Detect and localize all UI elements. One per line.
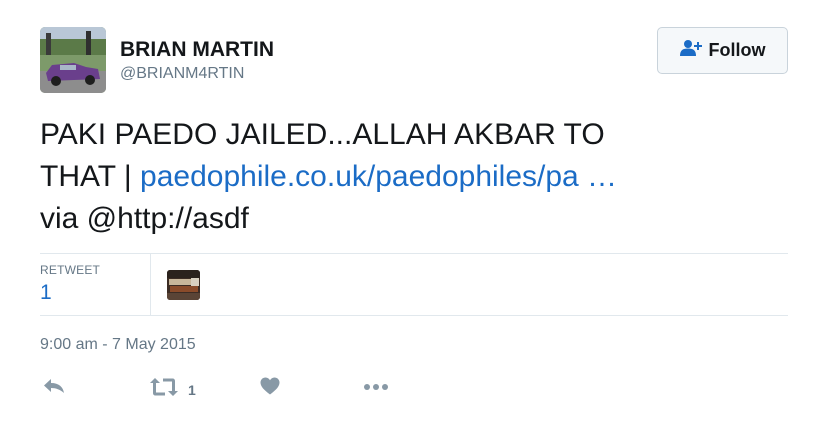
- follow-label: Follow: [708, 40, 766, 60]
- more-icon: [363, 377, 389, 400]
- more-button[interactable]: [363, 377, 389, 400]
- retweet-stat-count[interactable]: 1: [40, 281, 52, 305]
- like-button[interactable]: [260, 377, 280, 400]
- tweet-text: PAKI PAEDO JAILED...ALLAH AKBAR TO THAT …: [40, 114, 780, 240]
- tweet-line-1: PAKI PAEDO JAILED...ALLAH AKBAR TO: [40, 118, 605, 151]
- retweeter-avatar[interactable]: [167, 270, 200, 300]
- reply-button[interactable]: [43, 377, 65, 400]
- tweet-line-2: THAT | paedophile.co.uk/paedophiles/pa …: [40, 156, 780, 198]
- reply-icon: [43, 377, 65, 400]
- retweet-stat-label: RETWEET: [40, 263, 101, 277]
- display-name[interactable]: BRIAN MARTIN: [120, 38, 274, 62]
- tweet-line-3: via @http://asdf: [40, 202, 249, 235]
- stats-bottom-divider: [40, 315, 788, 316]
- retweet-count: 1: [188, 381, 196, 398]
- avatar-image: [40, 27, 106, 93]
- stats-top-divider: [40, 253, 788, 254]
- tweet-timestamp[interactable]: 9:00 am - 7 May 2015: [40, 336, 196, 354]
- tweet-link[interactable]: paedophile.co.uk/paedophiles/pa …: [140, 160, 617, 193]
- user-handle[interactable]: @BRIANM4RTIN: [120, 65, 244, 83]
- heart-icon: [260, 377, 280, 400]
- follow-button[interactable]: Follow: [657, 27, 788, 74]
- stats-vertical-divider: [150, 253, 151, 315]
- tweet-line-2-prefix: THAT |: [40, 160, 141, 193]
- add-user-icon: [679, 39, 702, 62]
- retweet-button[interactable]: 1: [150, 377, 196, 402]
- retweet-icon: [150, 377, 178, 402]
- avatar[interactable]: [40, 27, 106, 93]
